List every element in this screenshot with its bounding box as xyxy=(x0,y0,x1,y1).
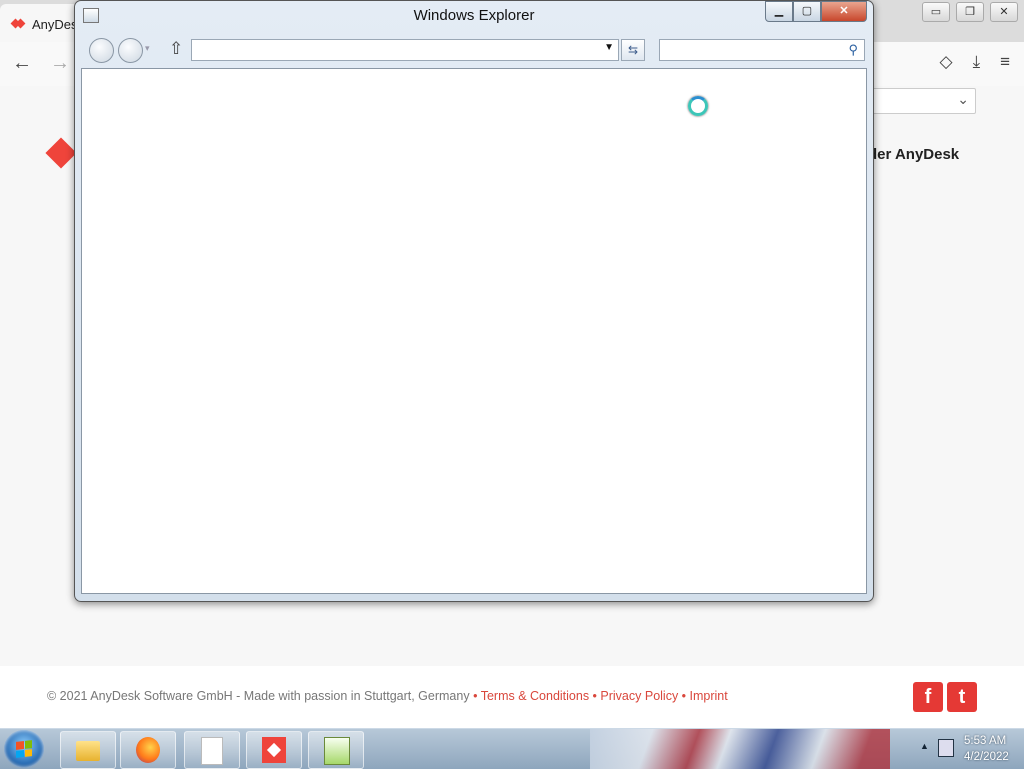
minimize-button[interactable]: ▁ xyxy=(765,1,793,22)
refresh-icon[interactable]: ⇆ xyxy=(621,39,645,61)
browser-window-controls: ▭ ❐ ✕ xyxy=(922,2,1018,22)
taskbar-item-firefox[interactable] xyxy=(120,731,176,769)
show-hidden-icons-icon[interactable]: ▲ xyxy=(920,741,929,751)
taskbar-item-anydesk[interactable] xyxy=(246,731,302,769)
anydesk-icon xyxy=(262,737,286,763)
folder-icon xyxy=(76,741,100,761)
terms-link[interactable]: Terms & Conditions xyxy=(481,689,589,703)
window-title: Windows Explorer xyxy=(413,7,535,24)
wallpaper-strip xyxy=(590,729,890,769)
maximize-button[interactable]: ▢ xyxy=(793,1,821,22)
caption-buttons: ▁ ▢ ✕ xyxy=(765,1,867,22)
twitter-icon[interactable]: t xyxy=(947,682,977,712)
page-footer: © 2021 AnyDesk Software GmbH - Made with… xyxy=(0,666,1024,728)
back-arrow-icon[interactable]: ← xyxy=(12,52,32,75)
clock-date[interactable]: 4/2/2022 xyxy=(964,751,1009,763)
taskbar-item-notepad[interactable] xyxy=(308,731,364,769)
document-icon xyxy=(201,737,223,765)
recent-pages-icon[interactable]: ▾ xyxy=(145,43,150,54)
address-bar[interactable]: ▼ xyxy=(191,39,619,61)
content-pane[interactable] xyxy=(81,68,867,594)
chevron-down-icon: ⌄ xyxy=(957,91,969,107)
up-arrow-icon[interactable]: ⇧ xyxy=(169,39,183,59)
privacy-link[interactable]: Privacy Policy xyxy=(600,689,678,703)
restore-button[interactable]: ❐ xyxy=(956,2,984,22)
windows-logo-icon xyxy=(16,740,32,758)
search-input[interactable]: ⚲ xyxy=(659,39,865,61)
back-button[interactable] xyxy=(89,38,114,63)
pocket-icon[interactable]: ◇ xyxy=(939,52,952,72)
firefox-icon xyxy=(136,737,160,763)
menu-icon[interactable]: ≡ xyxy=(1000,52,1010,72)
taskbar: ▲ 5:53 AM 4/2/2022 xyxy=(0,728,1024,769)
dropdown-arrow-icon[interactable]: ▼ xyxy=(604,42,614,53)
forward-arrow-icon[interactable]: → xyxy=(50,52,70,75)
system-tray: ▲ 5:53 AM 4/2/2022 xyxy=(904,729,1024,769)
clock-time[interactable]: 5:53 AM xyxy=(964,735,1006,747)
forward-button[interactable] xyxy=(118,38,143,63)
imprint-link[interactable]: Imprint xyxy=(690,689,728,703)
close-button[interactable]: ✕ xyxy=(821,1,867,22)
footer-copyright: © 2021 AnyDesk Software GmbH - Made with… xyxy=(47,689,470,703)
taskbar-item-document[interactable] xyxy=(184,731,240,769)
minimize-button[interactable]: ▭ xyxy=(922,2,950,22)
loading-spinner-icon xyxy=(688,96,708,116)
facebook-icon[interactable]: f xyxy=(913,682,943,712)
close-button[interactable]: ✕ xyxy=(990,2,1018,22)
footer-text: © 2021 AnyDesk Software GmbH - Made with… xyxy=(47,689,728,703)
anydesk-logo-icon xyxy=(45,137,77,169)
start-button[interactable] xyxy=(4,730,44,768)
download-icon[interactable]: ⤓ xyxy=(973,52,981,72)
language-select[interactable]: ⌄ xyxy=(862,88,976,114)
notepad-plus-plus-icon xyxy=(324,737,350,765)
anydesk-favicon-icon xyxy=(10,18,26,29)
network-icon[interactable] xyxy=(938,739,954,757)
taskbar-item-explorer[interactable] xyxy=(60,731,116,769)
page-heading-fragment: der AnyDesk xyxy=(868,146,960,163)
windows-explorer-window: Windows Explorer ▁ ▢ ✕ ▾ ⇧ ▼ ⇆ ⚲ xyxy=(74,0,874,602)
search-icon[interactable]: ⚲ xyxy=(848,42,858,58)
